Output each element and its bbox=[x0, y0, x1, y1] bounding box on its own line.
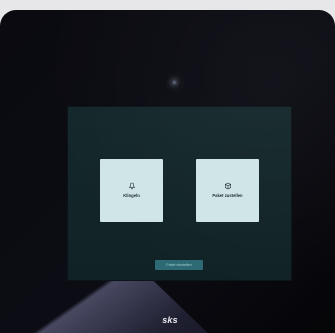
camera-lens bbox=[168, 76, 182, 90]
camera-lens-glass bbox=[172, 80, 178, 86]
package-icon bbox=[224, 183, 231, 190]
ring-bell-button[interactable]: Klingeln bbox=[100, 159, 163, 222]
deliver-parcel-button[interactable]: Paket zustellen bbox=[196, 159, 259, 222]
bell-icon bbox=[128, 183, 135, 190]
photo-frame: Klingeln Paket zustellen Paket einstelle… bbox=[0, 0, 335, 333]
brand-logo: sks bbox=[162, 315, 178, 325]
touch-screen: Klingeln Paket zustellen Paket einstelle… bbox=[67, 106, 292, 281]
ring-bell-label: Klingeln bbox=[123, 193, 140, 199]
deliver-parcel-label: Paket zustellen bbox=[212, 193, 243, 199]
intercom-device: Klingeln Paket zustellen Paket einstelle… bbox=[0, 10, 335, 333]
parcel-settings-button[interactable]: Paket einstellen bbox=[155, 260, 203, 270]
